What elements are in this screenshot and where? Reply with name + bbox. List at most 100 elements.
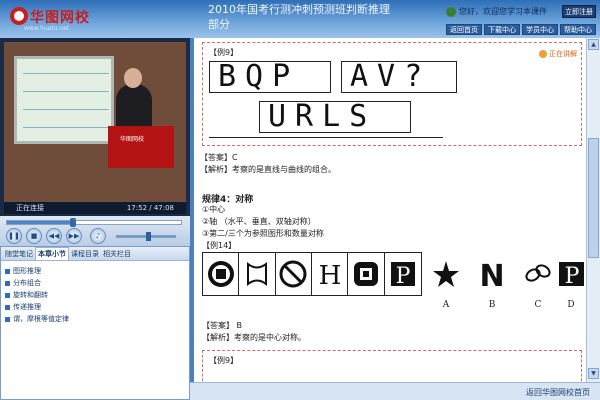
svg-text:H: H: [318, 261, 341, 289]
toc-item[interactable]: 旋转和翻转: [5, 289, 189, 301]
pause-icon[interactable]: ❚❚: [6, 228, 22, 244]
figure-urls: URLS: [259, 101, 411, 133]
toc-list: 图形推理 分布组合 旋转和翻转 传递推理 谓，摩根等值定律: [1, 261, 189, 325]
seek-handle[interactable]: [70, 218, 77, 227]
figure-2: [239, 253, 276, 295]
video-status-bar: 正在连接 17:52 / 47:08: [4, 202, 186, 214]
home-link[interactable]: 返回华图网校首页: [526, 387, 590, 398]
logo[interactable]: 华图网校 www.huatu.net: [4, 3, 100, 33]
figure-5: [348, 253, 385, 295]
explain14: 【解析】考察的是中心对称。: [202, 333, 306, 342]
nav-downloads[interactable]: 下载中心: [484, 24, 520, 35]
divider: [209, 137, 443, 138]
figure-4: H: [312, 253, 349, 295]
letter-p-icon: P: [558, 252, 584, 296]
toc-item[interactable]: 分布组合: [5, 277, 189, 289]
svg-text:P: P: [395, 264, 410, 289]
option-letter: C: [534, 300, 542, 310]
option-letter: B: [488, 300, 496, 310]
user-area: 您好，欢迎您学习本课件: [446, 6, 547, 17]
example9-box: 【例9】 正在讲解 BQP AV? URLS: [202, 42, 582, 146]
letter-n-icon: N: [477, 252, 507, 296]
toc-item[interactable]: 图形推理: [5, 265, 189, 277]
nav-help[interactable]: 帮助中心: [560, 24, 596, 35]
video-player: 华图网校 正在连接 17:52 / 47:08: [0, 38, 190, 216]
content-scrollbar[interactable]: ▲ ▼: [586, 38, 600, 382]
figure-6: P: [385, 253, 421, 295]
svg-text:P: P: [565, 264, 580, 289]
scroll-thumb[interactable]: [588, 138, 599, 258]
rule-line: ②轴 （水平、垂直、双轴对称）: [202, 217, 316, 226]
tab-chapter-summary[interactable]: 本章小节: [35, 247, 69, 260]
player-controls: ❚❚ ■ ◀◀ ▶▶ ♪: [0, 216, 190, 246]
lecture-content: 【例9】 正在讲解 BQP AV? URLS 【答案】C 【解析】考察的是直线与…: [194, 38, 586, 382]
nav-panel: 随堂笔记 本章小节 课程目录 相关栏目 图形推理 分布组合 旋转和翻转 传递推理…: [0, 246, 190, 400]
logo-url: www.huatu.net: [24, 25, 70, 32]
scroll-down-icon[interactable]: ▼: [588, 368, 599, 379]
bullet-icon: [5, 280, 10, 286]
rule-line: ③第二/三个为参照图形和数量对称: [202, 229, 324, 238]
example9b-label: 【例9】: [209, 356, 239, 365]
connection-status: 正在连接: [16, 204, 44, 212]
option-a[interactable]: A: [424, 252, 468, 312]
teacher-head: [124, 68, 142, 88]
podium-label: 华图网校: [120, 136, 145, 143]
bullet-icon: [5, 292, 10, 298]
seek-progress: [7, 221, 74, 224]
star-icon: [431, 252, 461, 296]
bullet-icon: [5, 304, 10, 310]
bow-icon: [523, 252, 553, 296]
welcome-text: 您好，欢迎您学习本课件: [459, 7, 547, 16]
svg-text:N: N: [479, 259, 504, 289]
example9-label: 【例9】: [209, 48, 239, 57]
bullet-icon: [5, 316, 10, 322]
option-letter: D: [567, 300, 575, 310]
time-display: 17:52 / 47:08: [126, 204, 174, 212]
figure-bqp: BQP: [209, 61, 331, 93]
user-icon: [446, 6, 456, 17]
toc-item[interactable]: 谓，摩根等值定律: [5, 313, 189, 325]
figure-1: [203, 253, 240, 295]
example14-label: 【例14】: [202, 241, 237, 250]
video-frame[interactable]: 华图网校: [4, 42, 186, 202]
logo-text: 华图网校: [30, 10, 90, 26]
podium: [108, 126, 174, 168]
tab-related[interactable]: 相关栏目: [101, 248, 133, 260]
whiteboard: [14, 56, 114, 144]
forward-icon[interactable]: ▶▶: [66, 228, 82, 244]
rule-line: ①中心: [202, 205, 226, 214]
header: 华图网校 www.huatu.net 2010年国考行测冲刺预测班判断推理部分 …: [0, 0, 600, 38]
figure-av: AV?: [341, 61, 457, 93]
explain9: 【解析】考察的是直线与曲线的组合。: [200, 165, 336, 174]
footer: 返回华图网校首页: [190, 382, 600, 400]
toc-item[interactable]: 传递推理: [5, 301, 189, 313]
rewind-icon[interactable]: ◀◀: [46, 228, 62, 244]
option-c[interactable]: C: [516, 252, 560, 312]
tab-course-catalog[interactable]: 课程目录: [69, 248, 101, 260]
live-badge: 正在讲解: [539, 49, 577, 59]
stop-icon[interactable]: ■: [26, 228, 42, 244]
bullet-icon: [5, 268, 10, 274]
nav-tabs: 随堂笔记 本章小节 课程目录 相关栏目: [1, 247, 189, 261]
volume-handle[interactable]: [146, 232, 151, 241]
speaker-icon: [539, 50, 547, 58]
top-nav: 返回首页 下载中心 学员中心 帮助中心: [446, 24, 596, 35]
nav-home[interactable]: 返回首页: [446, 24, 482, 35]
nav-student-center[interactable]: 学员中心: [522, 24, 558, 35]
figure-3: [276, 253, 312, 295]
option-d[interactable]: P D: [556, 252, 586, 312]
seek-bar[interactable]: [6, 218, 182, 227]
tab-notes[interactable]: 随堂笔记: [3, 248, 35, 260]
question-figures: H P: [202, 252, 422, 296]
option-letter: A: [442, 300, 450, 310]
volume-slider[interactable]: [116, 232, 176, 241]
example9b-box: 【例9】: [202, 350, 582, 382]
answer9: 【答案】C: [200, 153, 238, 162]
logo-icon: [10, 7, 28, 25]
course-title: 2010年国考行测冲刺预测班判断推理部分: [208, 3, 390, 31]
answer14: 【答案】 B: [202, 321, 243, 330]
volume-icon[interactable]: ♪: [90, 228, 106, 244]
scroll-up-icon[interactable]: ▲: [588, 39, 599, 50]
register-button[interactable]: 立即注册: [562, 5, 596, 18]
option-b[interactable]: N B: [470, 252, 514, 312]
